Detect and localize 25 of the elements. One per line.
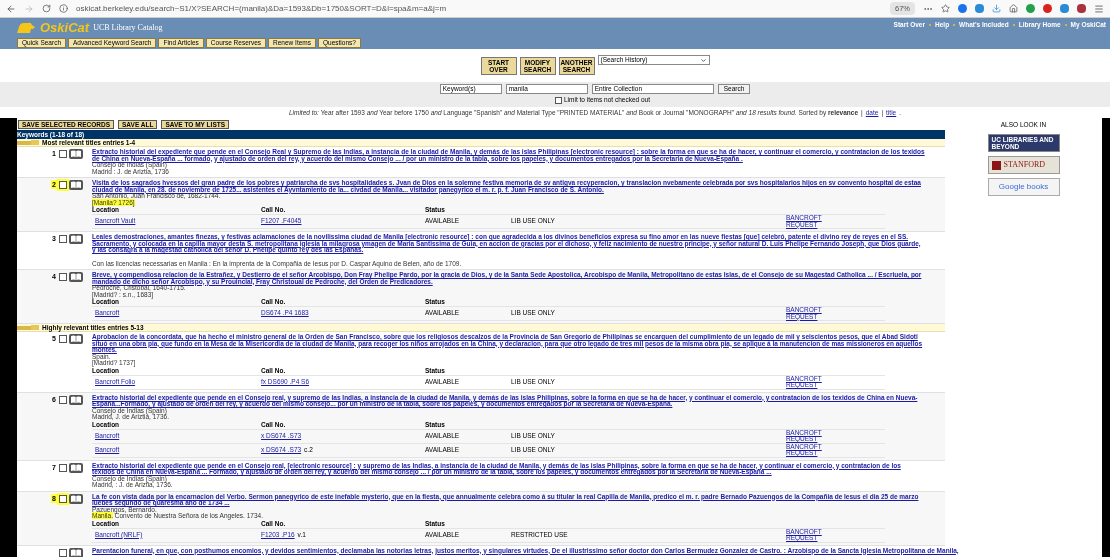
select-checkbox[interactable] xyxy=(59,235,67,243)
stanford-logo[interactable]: STANFORD xyxy=(987,156,1060,174)
folder-icon xyxy=(17,140,39,145)
bookmark-icon[interactable] xyxy=(941,4,950,13)
reload-icon[interactable] xyxy=(42,4,51,13)
select-checkbox[interactable] xyxy=(59,463,67,472)
menu-icon[interactable] xyxy=(1094,3,1104,14)
logo-text: OskiCat xyxy=(40,21,90,34)
select-checkbox[interactable] xyxy=(59,395,67,404)
select-checkbox[interactable] xyxy=(59,181,67,189)
dropdown-icon xyxy=(699,56,707,64)
info-icon[interactable] xyxy=(59,4,68,13)
select-checkbox[interactable] xyxy=(59,150,67,158)
back-icon[interactable] xyxy=(6,3,16,14)
download-icon[interactable] xyxy=(992,4,1001,13)
google-books-logo[interactable]: Google books xyxy=(987,178,1060,196)
catalog-subtitle: UCB Library Catalog xyxy=(93,22,163,34)
address-field[interactable]: oskicat.berkeley.edu/search~S1/X?SEARCH=(manila)&Da=1593&Db=1750&SORT=D&l=spa&m=a&j=m xyxy=(76,2,882,15)
home-icon[interactable] xyxy=(1009,4,1018,13)
select-checkbox[interactable] xyxy=(59,548,67,557)
select-checkbox[interactable] xyxy=(59,273,67,281)
select-checkbox[interactable] xyxy=(59,335,67,343)
folder-icon xyxy=(17,325,39,330)
select-checkbox[interactable] xyxy=(59,494,67,503)
limit-checkbox[interactable] xyxy=(555,96,562,104)
